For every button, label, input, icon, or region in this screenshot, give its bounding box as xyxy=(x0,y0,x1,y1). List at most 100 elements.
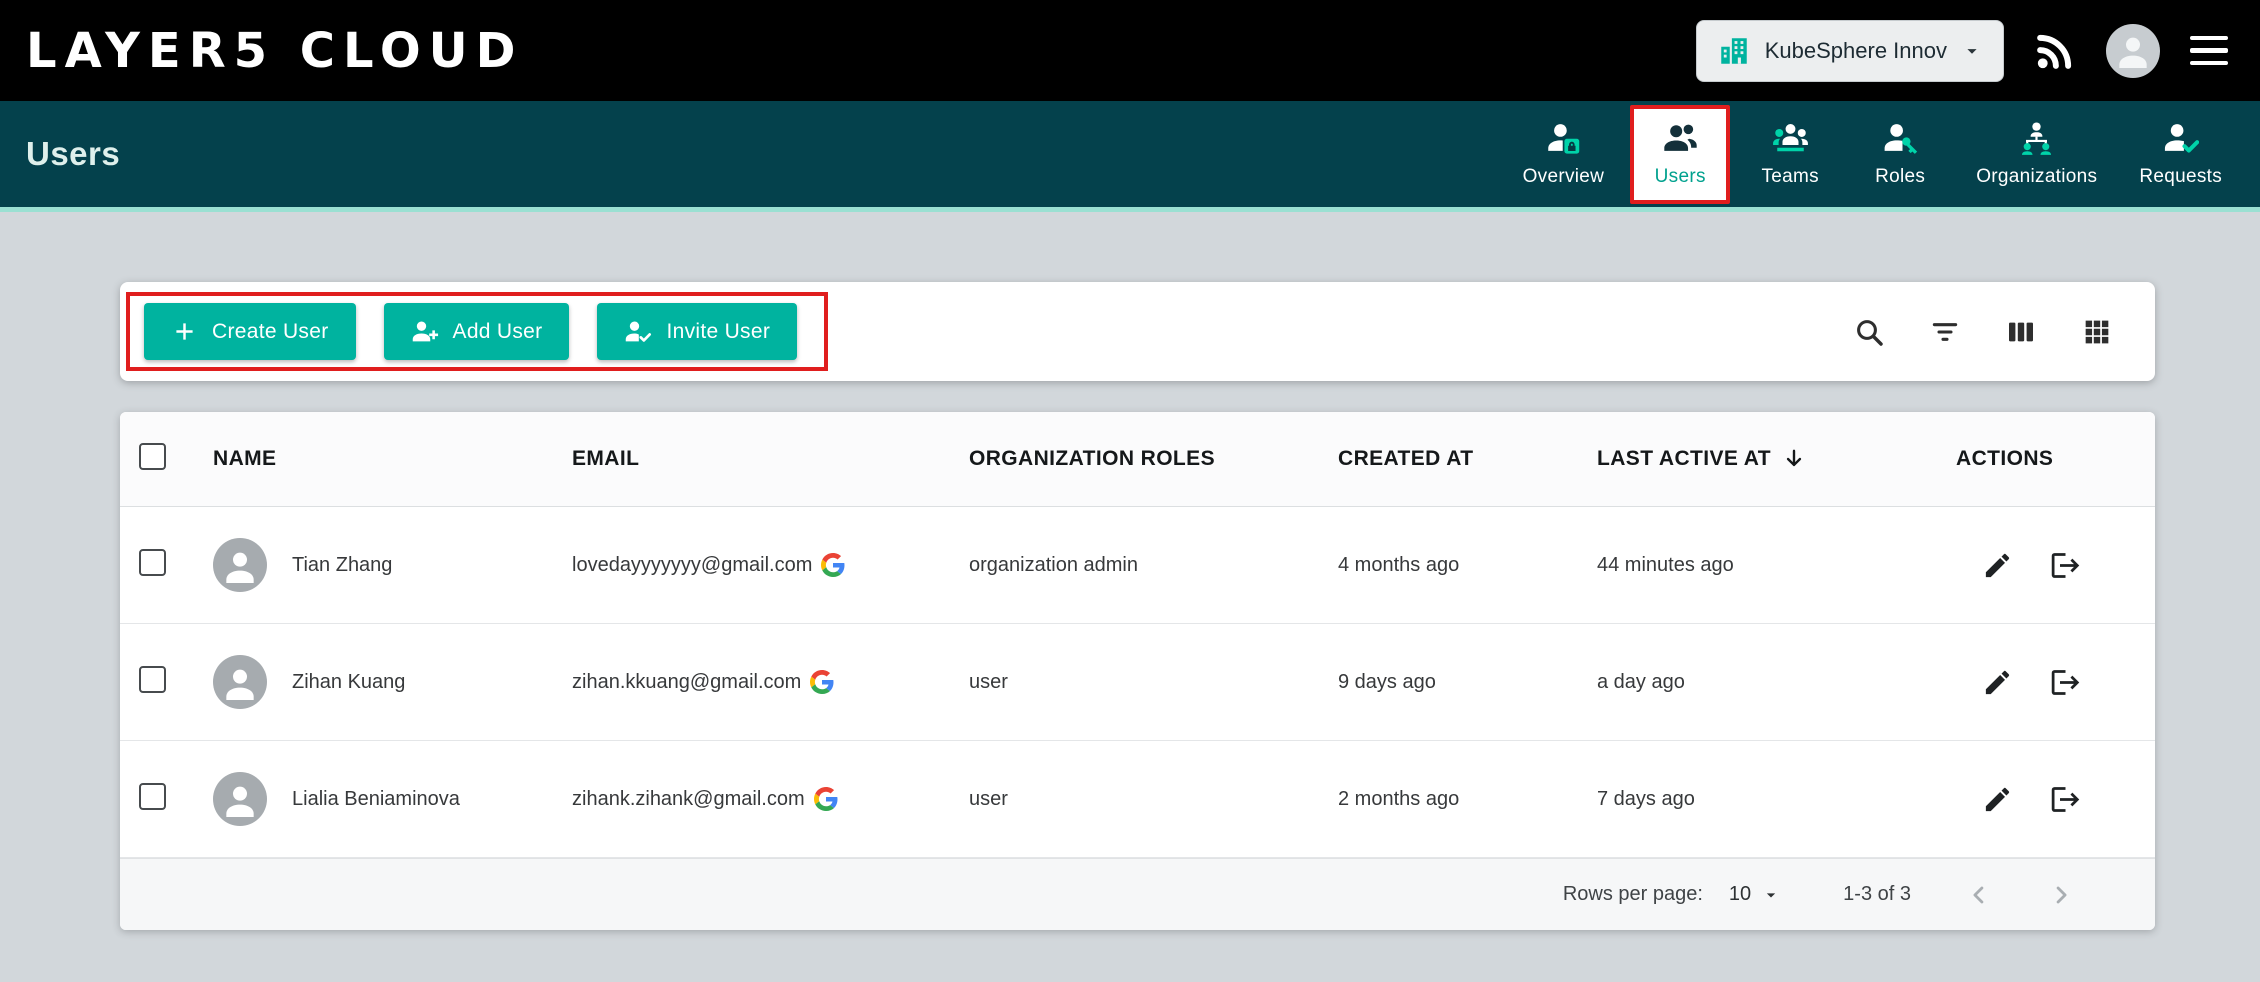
user-name: Zihan Kuang xyxy=(292,671,405,694)
user-action-buttons: Create User Add User Invite User xyxy=(144,303,797,360)
teams-people-icon xyxy=(1772,120,1809,157)
grid-icon xyxy=(2081,316,2113,348)
remove-user-button[interactable] xyxy=(2049,549,2082,582)
google-icon xyxy=(821,553,845,577)
roles-person-key-icon xyxy=(1882,120,1919,157)
filter-icon xyxy=(1929,316,1961,348)
column-header-name[interactable]: NAME xyxy=(213,447,572,471)
grid-view-button[interactable] xyxy=(2081,316,2113,348)
user-email: lovedayyyyyyy@gmail.com xyxy=(572,554,812,577)
user-last-active-at: 44 minutes ago xyxy=(1597,554,1956,577)
user-email: zihank.zihank@gmail.com xyxy=(572,788,805,811)
top-header: LAYER5 CLOUD KubeSphere Innov xyxy=(0,0,2260,101)
user-email: zihan.kkuang@gmail.com xyxy=(572,671,801,694)
invite-user-button[interactable]: Invite User xyxy=(597,303,797,360)
user-name: Tian Zhang xyxy=(292,554,392,577)
next-page-button[interactable] xyxy=(2047,881,2075,909)
row-avatar xyxy=(213,655,267,709)
column-header-email[interactable]: EMAIL xyxy=(572,447,969,471)
page-title: Users xyxy=(26,135,120,173)
user-avatar-button[interactable] xyxy=(2106,24,2160,78)
layer5-cloud-logo[interactable]: LAYER5 CLOUD xyxy=(26,23,523,79)
avatar-person-icon xyxy=(220,548,260,588)
user-created-at: 4 months ago xyxy=(1338,554,1597,577)
avatar-person-icon xyxy=(220,665,260,705)
tab-overview[interactable]: Overview xyxy=(1507,101,1621,207)
requests-person-check-icon xyxy=(2162,120,2199,157)
rows-per-page-label: Rows per page: xyxy=(1563,883,1703,906)
rows-per-page-select[interactable]: 10 xyxy=(1729,883,1781,906)
rss-feed-button[interactable] xyxy=(2034,30,2076,72)
building-icon xyxy=(1717,34,1751,68)
column-header-organization-roles[interactable]: ORGANIZATION ROLES xyxy=(969,447,1338,471)
user-created-at: 2 months ago xyxy=(1338,788,1597,811)
avatar-person-icon xyxy=(220,782,260,822)
person-check-icon xyxy=(624,318,652,346)
table-header-row: NAME EMAIL ORGANIZATION ROLES CREATED AT… xyxy=(120,412,2155,507)
edit-user-button[interactable] xyxy=(1982,784,2013,815)
logout-icon xyxy=(2049,666,2082,699)
search-button[interactable] xyxy=(1853,316,1885,348)
plus-icon xyxy=(171,318,198,345)
tab-organizations[interactable]: Organizations xyxy=(1960,101,2113,207)
user-last-active-at: a day ago xyxy=(1597,671,1956,694)
table-row: Zihan Kuang zihan.kkuang@gmail.com user … xyxy=(120,624,2155,741)
tab-teams[interactable]: Teams xyxy=(1740,101,1840,207)
caret-down-icon xyxy=(1761,885,1781,905)
toolbar: Create User Add User Invite User xyxy=(120,282,2155,381)
column-header-last-active-at[interactable]: LAST ACTIVE AT xyxy=(1597,446,1956,472)
column-header-created-at[interactable]: CREATED AT xyxy=(1338,447,1597,471)
remove-user-button[interactable] xyxy=(2049,666,2082,699)
search-icon xyxy=(1853,316,1885,348)
table-footer: Rows per page: 10 1-3 of 3 xyxy=(120,858,2155,930)
sort-arrow-down-icon xyxy=(1781,446,1807,472)
overview-person-badge-icon xyxy=(1545,120,1582,157)
create-user-button[interactable]: Create User xyxy=(144,303,356,360)
edit-pencil-icon xyxy=(1982,550,2013,581)
previous-page-button[interactable] xyxy=(1965,881,1993,909)
filter-button[interactable] xyxy=(1929,316,1961,348)
columns-button[interactable] xyxy=(2005,316,2037,348)
avatar-person-icon xyxy=(2113,33,2153,73)
add-user-button[interactable]: Add User xyxy=(384,303,570,360)
menu-button[interactable] xyxy=(2190,36,2228,66)
main-content: Create User Add User Invite User xyxy=(0,212,2260,930)
row-avatar xyxy=(213,538,267,592)
user-org-roles: organization admin xyxy=(969,554,1338,577)
table-tools xyxy=(1853,316,2113,348)
row-checkbox[interactable] xyxy=(139,549,166,576)
chevron-right-icon xyxy=(2047,881,2075,909)
select-all-checkbox[interactable] xyxy=(139,443,166,470)
org-selector-value: KubeSphere Innov xyxy=(1765,38,1947,64)
user-name: Lialia Beniaminova xyxy=(292,788,460,811)
page: LAYER5 CLOUD KubeSphere Innov Users Over… xyxy=(0,0,2260,930)
row-checkbox[interactable] xyxy=(139,666,166,693)
pagination-range: 1-3 of 3 xyxy=(1843,883,1911,906)
tab-users[interactable]: Users xyxy=(1630,105,1730,204)
column-header-actions: ACTIONS xyxy=(1956,447,2155,471)
caret-down-icon xyxy=(1961,40,1983,62)
row-checkbox[interactable] xyxy=(139,783,166,810)
table-row: Lialia Beniaminova zihank.zihank@gmail.c… xyxy=(120,741,2155,858)
tab-roles[interactable]: Roles xyxy=(1850,101,1950,207)
org-selector[interactable]: KubeSphere Innov xyxy=(1696,20,2004,82)
edit-pencil-icon xyxy=(1982,784,2013,815)
organizations-tree-icon xyxy=(2018,120,2055,157)
google-icon xyxy=(810,670,834,694)
nav-tabs: Overview Users Teams Roles Organizations… xyxy=(1507,101,2238,207)
remove-user-button[interactable] xyxy=(2049,783,2082,816)
edit-pencil-icon xyxy=(1982,667,2013,698)
user-org-roles: user xyxy=(969,788,1338,811)
person-plus-icon xyxy=(411,318,439,346)
edit-user-button[interactable] xyxy=(1982,550,2013,581)
rss-icon xyxy=(2034,30,2076,72)
user-created-at: 9 days ago xyxy=(1338,671,1597,694)
menu-icon xyxy=(2190,36,2228,41)
columns-icon xyxy=(2005,316,2037,348)
google-icon xyxy=(814,787,838,811)
logout-icon xyxy=(2049,549,2082,582)
edit-user-button[interactable] xyxy=(1982,667,2013,698)
tab-requests[interactable]: Requests xyxy=(2123,101,2238,207)
chevron-left-icon xyxy=(1965,881,1993,909)
header-actions: KubeSphere Innov xyxy=(1696,20,2228,82)
